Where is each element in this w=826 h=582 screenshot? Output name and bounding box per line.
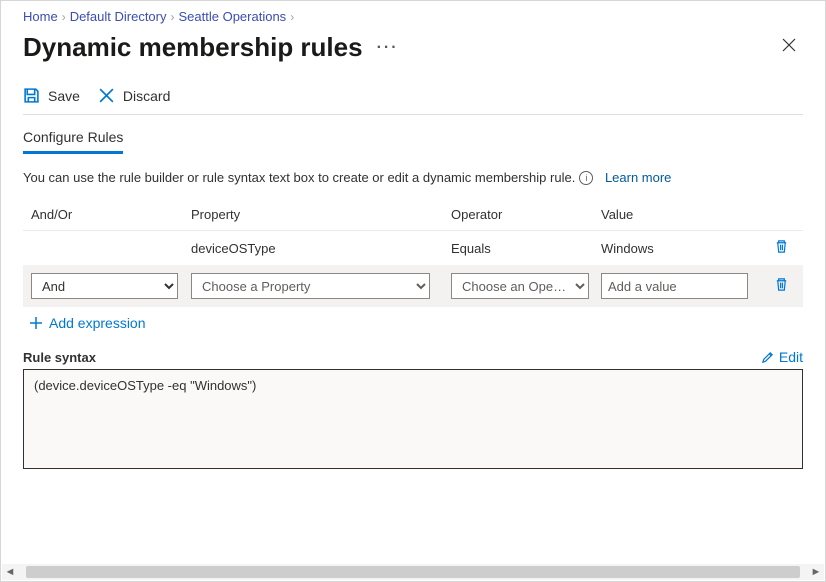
cell-property: deviceOSType — [191, 241, 451, 256]
edit-syntax-button[interactable]: Edit — [761, 349, 803, 365]
close-icon[interactable] — [775, 33, 803, 62]
discard-label: Discard — [123, 88, 170, 104]
scroll-left-arrow[interactable]: ◄ — [2, 566, 18, 578]
cell-value: Windows — [601, 241, 761, 256]
col-operator: Operator — [451, 207, 601, 222]
rule-syntax-box: (device.deviceOSType -eq "Windows") — [23, 369, 803, 469]
table-row: deviceOSType Equals Windows — [23, 231, 803, 265]
learn-more-link[interactable]: Learn more — [605, 170, 671, 185]
breadcrumb-directory[interactable]: Default Directory — [70, 9, 167, 24]
delete-row-button[interactable] — [774, 277, 789, 295]
value-input[interactable] — [601, 273, 748, 299]
add-expression-label: Add expression — [49, 315, 146, 331]
col-property: Property — [191, 207, 451, 222]
rule-builder-table: And/Or Property Operator Value deviceOST… — [23, 199, 803, 307]
edit-label: Edit — [779, 349, 803, 365]
save-label: Save — [48, 88, 80, 104]
save-button[interactable]: Save — [23, 87, 80, 104]
scrollbar-thumb[interactable] — [26, 566, 800, 578]
chevron-right-icon: › — [171, 10, 175, 24]
trash-icon — [774, 239, 789, 254]
breadcrumb-home[interactable]: Home — [23, 9, 58, 24]
cell-operator: Equals — [451, 241, 601, 256]
discard-icon — [98, 87, 115, 104]
scrollbar-track[interactable] — [18, 564, 808, 580]
trash-icon — [774, 277, 789, 292]
delete-row-button[interactable] — [774, 239, 789, 257]
save-icon — [23, 87, 40, 104]
scroll-right-arrow[interactable]: ► — [808, 566, 824, 578]
operator-select[interactable]: Choose an Ope… — [451, 273, 589, 299]
breadcrumb: Home › Default Directory › Seattle Opera… — [23, 9, 803, 24]
breadcrumb-group[interactable]: Seattle Operations — [179, 9, 287, 24]
info-icon[interactable]: i — [579, 171, 593, 185]
page-title: Dynamic membership rules ··· — [23, 32, 399, 63]
rule-syntax-content: (device.deviceOSType -eq "Windows") — [34, 378, 256, 393]
col-andor: And/Or — [31, 207, 191, 222]
table-row: And Choose a Property Choose an Ope… — [23, 265, 803, 307]
tab-configure-rules[interactable]: Configure Rules — [23, 129, 123, 154]
rule-syntax-label: Rule syntax — [23, 350, 96, 365]
add-expression-button[interactable]: Add expression — [29, 315, 803, 331]
chevron-right-icon: › — [290, 10, 294, 24]
discard-button[interactable]: Discard — [98, 87, 170, 104]
chevron-right-icon: › — [62, 10, 66, 24]
description-text: You can use the rule builder or rule syn… — [23, 170, 575, 185]
pencil-icon — [761, 351, 774, 364]
more-icon[interactable]: ··· — [377, 39, 399, 57]
plus-icon — [29, 316, 43, 330]
property-select[interactable]: Choose a Property — [191, 273, 430, 299]
andor-select[interactable]: And — [31, 273, 178, 299]
col-value: Value — [601, 207, 761, 222]
toolbar: Save Discard — [23, 81, 803, 115]
horizontal-scrollbar[interactable]: ◄ ► — [2, 564, 824, 580]
